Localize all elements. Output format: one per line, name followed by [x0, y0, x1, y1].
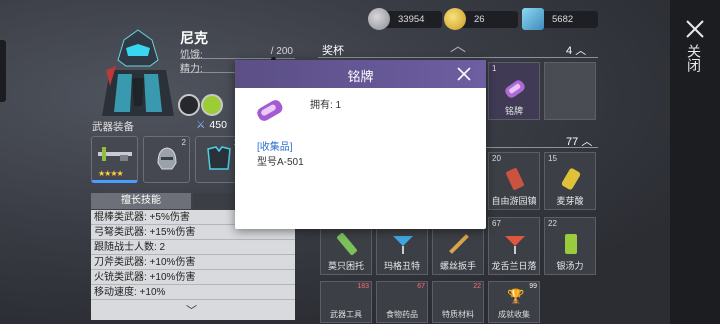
dark-badge-icon[interactable] [178, 94, 200, 116]
item-category: [收集品] [257, 142, 293, 153]
category-weapons-tools[interactable]: 183 武器工具 [320, 281, 372, 323]
trophies-count-number: 4 [566, 45, 573, 57]
skill-item: 移动速度: +10% [91, 285, 295, 300]
category-label: 成就收集 [498, 310, 530, 319]
character-portrait [102, 29, 174, 116]
card-qty: 15 [548, 154, 557, 163]
sunrise-cocktail-icon [505, 236, 525, 254]
gold-coin-icon [444, 8, 466, 30]
nameplate-card[interactable]: 1 铭牌 [488, 62, 540, 120]
tab-skills[interactable]: 擅长技能 [91, 193, 191, 209]
collection-card[interactable]: 67 龙舌兰日落 [488, 217, 540, 275]
category-materials[interactable]: 22 特质材料 [432, 281, 484, 323]
close-label[interactable]: 关闭 [686, 44, 702, 72]
category-label: 食物药品 [386, 310, 418, 319]
wrench-icon [449, 234, 469, 254]
nameplate-icon [257, 100, 283, 121]
card-label: 麦芽酸 [556, 196, 584, 206]
category-count: 183 [357, 283, 369, 290]
weapon-slot-crossbow[interactable]: ★★★★ [91, 136, 138, 183]
modal-title: 铭牌 [347, 69, 374, 84]
card-qty: 1 [492, 64, 497, 73]
gold-currency: 26 [444, 8, 518, 30]
category-label: 武器工具 [330, 310, 362, 319]
crossbow-icon [98, 147, 132, 161]
chevron-up-icon[interactable]: ︿ [450, 32, 466, 56]
category-food-medicine[interactable]: 67 食物药品 [376, 281, 428, 323]
card-label: 玛格丑特 [383, 261, 420, 271]
item-detail-modal: 铭牌 拥有: 1 [收集品] 型号A-501 [235, 60, 486, 229]
ticket-icon [522, 8, 544, 30]
ticket-amount: 5682 [552, 14, 574, 25]
sword-icon: ⚔ [196, 119, 206, 131]
category-count: 67 [417, 283, 425, 290]
category-achievements[interactable]: 99 🏆 成就收集 [488, 281, 540, 323]
collection-card[interactable]: 15 麦芽酸 [544, 152, 596, 210]
modal-header: 铭牌 [235, 60, 486, 88]
hunger-stat: 饥饿: 0/ 200 [180, 46, 295, 74]
left-drawer-handle[interactable] [0, 40, 6, 102]
power-number: 450 [209, 119, 227, 131]
category-label: 特质材料 [442, 310, 474, 319]
category-count: 99 [529, 283, 537, 290]
trophies-title: 奖杯 [322, 45, 344, 57]
card-label: 自由游园镇 [491, 196, 537, 206]
skill-item: 刀斧类武器: +10%伤害 [91, 255, 295, 270]
drink-icon [505, 168, 525, 190]
slot-stars: ★★★★ [98, 169, 124, 178]
hunger-max: / 200 [270, 46, 293, 57]
card-label: 银汤力 [556, 261, 584, 271]
power-value: ⚔ 450 [196, 119, 227, 131]
silver-currency: 33954 [368, 8, 442, 30]
nameplate-icon [505, 80, 525, 98]
card-qty: 22 [548, 219, 557, 228]
category-count: 22 [473, 283, 481, 290]
gold-amount: 26 [474, 14, 485, 25]
game-background: 尼克 饥饿: 0/ 200 精力: 武器装备 ⚔450 ★★★★ 2 1 擅长技… [0, 0, 720, 324]
character-name: 尼克 [180, 30, 208, 46]
bottle-icon [337, 233, 357, 255]
collection-card[interactable]: 22 银汤力 [544, 217, 596, 275]
skill-item: 跟随战士人数: 2 [91, 240, 295, 255]
card-label: 龙舌兰日落 [491, 261, 537, 271]
helmet-icon [157, 147, 177, 170]
card-label: 莫只困托 [327, 261, 364, 271]
hunger-value: 0/ 200 [270, 46, 293, 74]
silver-amount: 33954 [398, 14, 425, 25]
armor-icon [207, 146, 231, 170]
slot-count: 2 [181, 138, 186, 147]
close-icon[interactable] [456, 66, 472, 82]
cocktail-icon [393, 236, 413, 254]
ticket-currency: 5682 [522, 8, 598, 30]
weapon-section-title: 武器装备 [92, 121, 134, 133]
card-label: 螺丝扳手 [439, 261, 476, 271]
divider [318, 57, 598, 58]
card-qty: 20 [492, 154, 501, 163]
weapon-slot-helmet[interactable]: 2 [143, 136, 190, 183]
card-qty: 67 [492, 219, 501, 228]
can-icon [561, 168, 581, 190]
energy-label: 精力: [180, 64, 203, 75]
green-badge-icon[interactable] [201, 94, 223, 116]
chevron-up-icon: ︿ [575, 45, 587, 57]
chevron-down-icon[interactable]: ﹀ [186, 302, 197, 318]
item-description: 型号A-501 [257, 157, 304, 168]
skill-item: 火铳类武器: +10%伤害 [91, 270, 295, 285]
trophy-icon: 🏆 [507, 288, 525, 304]
close-icon[interactable] [684, 18, 706, 40]
card-label: 铭牌 [504, 106, 523, 116]
silver-coin-icon [368, 8, 390, 30]
collection-card[interactable]: 20 自由游园镇 [488, 152, 540, 210]
owned-count: 拥有: 1 [310, 100, 342, 111]
tonic-icon [565, 234, 577, 254]
trophies-count[interactable]: 4 ︿ [566, 42, 586, 58]
empty-slot [544, 62, 596, 120]
